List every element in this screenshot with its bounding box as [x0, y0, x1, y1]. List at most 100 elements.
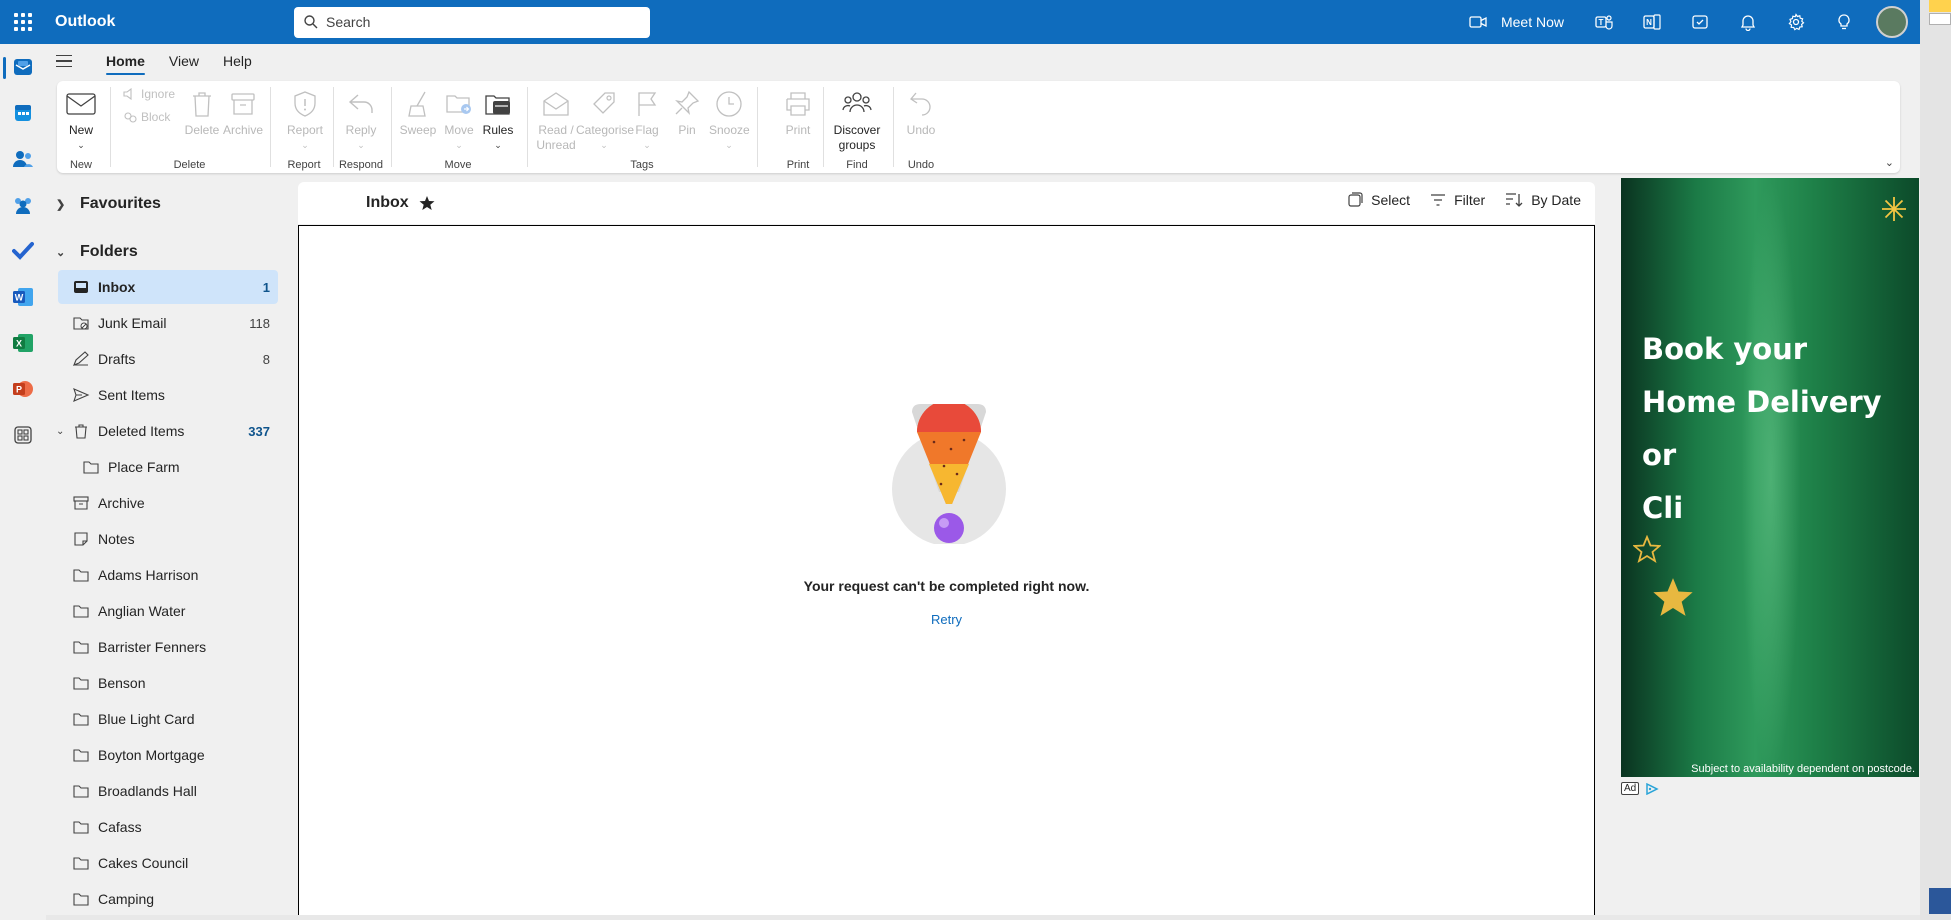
hamburger-menu-button[interactable] [56, 54, 86, 68]
my-day-button[interactable] [1676, 0, 1724, 44]
archive-label: Archive [223, 123, 264, 137]
chevron-down-icon[interactable]: ⌄ [61, 138, 101, 153]
app-title[interactable]: Outlook [46, 13, 294, 31]
sweep-button[interactable]: Sweep [398, 85, 438, 138]
app-launcher-button[interactable] [0, 0, 46, 44]
folder-place-farm[interactable]: Place Farm [58, 450, 278, 484]
active-indicator [3, 57, 6, 79]
folder-anglian-water[interactable]: Anglian Water [58, 594, 278, 628]
undo-button[interactable]: Undo [901, 85, 941, 138]
folder-label: Benson [98, 675, 146, 691]
folder-barrister-fenners[interactable]: Barrister Fenners [58, 630, 278, 664]
rail-groups[interactable] [0, 185, 46, 225]
discover-groups-icon [842, 92, 872, 113]
select-icon [1348, 192, 1363, 207]
broom-icon [408, 91, 426, 117]
report-button[interactable]: Report ⌄ [284, 85, 326, 153]
chevron-down-icon[interactable]: ⌄ [478, 138, 518, 153]
folder-label: Barrister Fenners [98, 639, 207, 655]
search-input[interactable]: Search [294, 6, 650, 38]
account-avatar[interactable] [1876, 6, 1908, 38]
folder-archive[interactable]: Archive [58, 486, 278, 520]
chevron-down-icon[interactable]: ⌄ [284, 138, 326, 153]
chevron-down-icon[interactable]: ⌄ [627, 138, 667, 153]
reply-button[interactable]: Reply ⌄ [341, 85, 381, 153]
folder-label: Notes [98, 531, 135, 547]
folder-boyton-mortgage[interactable]: Boyton Mortgage [58, 738, 278, 772]
ignore-button[interactable]: Ignore [123, 87, 175, 101]
tips-button[interactable] [1820, 0, 1868, 44]
tab-view[interactable]: View [157, 47, 211, 75]
ad-badge[interactable]: Ad [1621, 782, 1659, 795]
chevron-down-icon[interactable]: ⌄ [709, 138, 749, 153]
folder-adams-harrison[interactable]: Adams Harrison [58, 558, 278, 592]
folder-notes[interactable]: Notes [58, 522, 278, 556]
retry-link[interactable]: Retry [299, 612, 1594, 627]
archive-button[interactable]: Archive [223, 85, 263, 138]
search-icon [304, 15, 318, 29]
folder-deleted-items[interactable]: ⌄ Deleted Items 337 [56, 414, 278, 448]
tab-help[interactable]: Help [211, 47, 264, 75]
ribbon-divider [270, 87, 271, 167]
advertisement[interactable]: Book your Home Delivery or Cli Subject t… [1621, 178, 1919, 777]
rail-todo[interactable] [0, 231, 46, 271]
folder-sent-items[interactable]: Sent Items [58, 378, 278, 412]
chevron-down-icon[interactable]: ⌄ [56, 426, 64, 437]
rail-people[interactable] [0, 139, 46, 179]
chevron-down-icon[interactable]: ⌄ [576, 138, 632, 153]
external-tag-2 [1929, 13, 1951, 25]
rail-mail[interactable] [0, 47, 46, 87]
favourites-header[interactable]: ❯ Favourites [56, 189, 161, 219]
ribbon-collapse-chevron-icon[interactable]: ⌄ [1885, 156, 1894, 169]
star-icon[interactable] [419, 195, 435, 211]
delete-button[interactable]: Delete [182, 85, 222, 138]
folder-cafass[interactable]: Cafass [58, 810, 278, 844]
read-unread-label-1: Read / [538, 123, 574, 137]
settings-button[interactable] [1772, 0, 1820, 44]
chevron-down-icon[interactable]: ⌄ [439, 138, 479, 153]
group-respond-label: Respond [338, 159, 384, 171]
teams-button[interactable]: T [1580, 0, 1628, 44]
external-taskbar-item[interactable] [1929, 888, 1951, 914]
rail-excel[interactable]: X [0, 323, 46, 363]
move-button[interactable]: Move ⌄ [439, 85, 479, 153]
folders-header[interactable]: ⌄ Folders [56, 237, 138, 267]
onenote-icon: N [1643, 14, 1661, 30]
block-button[interactable]: Block [123, 110, 170, 124]
horizontal-scrollbar[interactable] [46, 915, 1920, 920]
snooze-label: Snooze [709, 123, 750, 137]
chevron-down-icon[interactable]: ⌄ [341, 138, 381, 153]
rail-word[interactable]: W [0, 277, 46, 317]
folder-broadlands-hall[interactable]: Broadlands Hall [58, 774, 278, 808]
folder-camping[interactable]: Camping [58, 882, 278, 916]
folder-junk-email[interactable]: Junk Email 118 [58, 306, 278, 340]
rail-more-apps[interactable] [0, 415, 46, 455]
rules-button[interactable]: Rules ⌄ [478, 85, 518, 153]
new-mail-button[interactable]: New ⌄ [61, 85, 101, 153]
folder-inbox[interactable]: Inbox 1 [58, 270, 278, 304]
notifications-button[interactable] [1724, 0, 1772, 44]
sort-button[interactable]: By Date [1505, 192, 1581, 208]
folder-drafts[interactable]: Drafts 8 [58, 342, 278, 376]
folder-benson[interactable]: Benson [58, 666, 278, 700]
word-app-icon: W [13, 288, 33, 306]
svg-text:P: P [16, 385, 22, 395]
rail-powerpoint[interactable]: P [0, 369, 46, 409]
read-unread-button[interactable]: Read / Unread [534, 85, 578, 153]
discover-groups-button[interactable]: Discover groups [827, 85, 887, 153]
tab-home[interactable]: Home [94, 47, 157, 75]
trash-icon [193, 92, 211, 117]
categorise-button[interactable]: Categorise ⌄ [576, 85, 634, 153]
flag-button[interactable]: Flag ⌄ [627, 85, 667, 153]
meet-now-button[interactable]: Meet Now [1469, 14, 1564, 30]
folder-blue-light-card[interactable]: Blue Light Card [58, 702, 278, 736]
rail-calendar[interactable] [0, 93, 46, 133]
folder-cakes-council[interactable]: Cakes Council [58, 846, 278, 880]
calendar-check-icon [1692, 15, 1708, 29]
snooze-button[interactable]: Snooze ⌄ [709, 85, 750, 153]
pin-button[interactable]: Pin [667, 85, 707, 138]
print-button[interactable]: Print [778, 85, 818, 138]
filter-button[interactable]: Filter [1430, 192, 1485, 208]
select-button[interactable]: Select [1347, 192, 1410, 208]
onenote-button[interactable]: N [1628, 0, 1676, 44]
